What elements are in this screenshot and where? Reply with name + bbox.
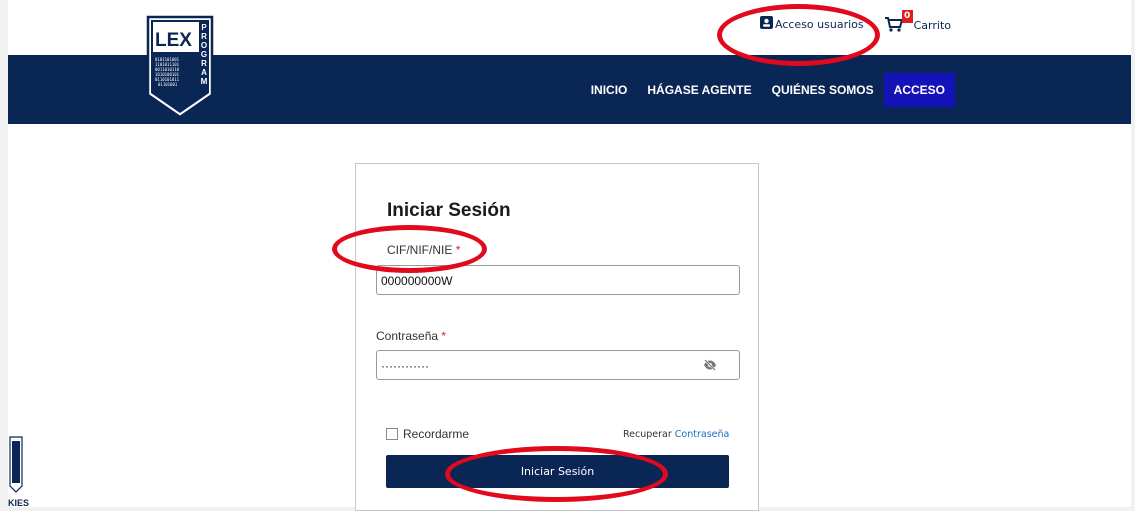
password-field-label: Contraseña * <box>376 329 446 343</box>
hide-password-icon[interactable] <box>703 359 717 371</box>
carrito-label: Carrito <box>913 19 951 32</box>
svg-text:R: R <box>201 32 207 41</box>
cookies-label[interactable]: KIES <box>8 498 29 508</box>
password-input[interactable]: ············ <box>376 350 740 380</box>
recover-password: Recuperar Contraseña <box>623 429 729 440</box>
svg-text:R: R <box>201 59 207 68</box>
mini-shield-icon <box>9 436 23 493</box>
cookies-widget-logo[interactable] <box>9 436 23 499</box>
recover-prefix: Recuperar <box>623 429 675 440</box>
left-edge-strip <box>0 0 8 511</box>
nav-item-quienes-somos[interactable]: QUIÉNES SOMOS <box>762 73 884 107</box>
annotation-circle-cif-label <box>332 225 487 273</box>
right-edge-strip <box>1131 0 1135 511</box>
lex-program-logo[interactable]: LEX PRO GRAM 0101101001 1101011101 001101… <box>146 15 214 119</box>
annotation-circle-acceso-usuarios <box>717 4 880 66</box>
password-label-text: Contraseña <box>376 329 439 343</box>
remember-checkbox[interactable] <box>386 428 398 440</box>
login-title: Iniciar Sesión <box>387 200 511 221</box>
required-mark: * <box>441 329 447 343</box>
remember-label: Recordarme <box>403 427 470 441</box>
nav-item-inicio[interactable]: INICIO <box>581 73 638 107</box>
nav-menu: INICIO HÁGASE AGENTE QUIÉNES SOMOS ACCES… <box>581 55 1131 124</box>
remember-me[interactable]: Recordarme <box>386 427 469 441</box>
svg-text:O: O <box>201 41 207 50</box>
svg-text:01101001: 01101001 <box>158 82 178 87</box>
logo-shield-icon: LEX PRO GRAM 01011010011101011101 001101… <box>146 15 214 119</box>
svg-text:G: G <box>201 50 207 59</box>
annotation-circle-submit <box>445 446 668 502</box>
cart-count-badge: 0 <box>901 10 913 23</box>
shopping-cart-icon <box>884 17 903 32</box>
svg-text:M: M <box>201 77 208 86</box>
carrito-link[interactable]: 0 Carrito <box>884 10 951 32</box>
nav-item-hagase-agente[interactable]: HÁGASE AGENTE <box>637 73 761 107</box>
password-masked-value: ············ <box>381 359 429 373</box>
recover-password-link[interactable]: Contraseña <box>675 429 730 440</box>
svg-text:A: A <box>201 68 207 77</box>
svg-text:LEX: LEX <box>155 30 192 51</box>
nav-item-acceso[interactable]: ACCESO <box>883 72 955 107</box>
svg-text:P: P <box>201 23 207 32</box>
